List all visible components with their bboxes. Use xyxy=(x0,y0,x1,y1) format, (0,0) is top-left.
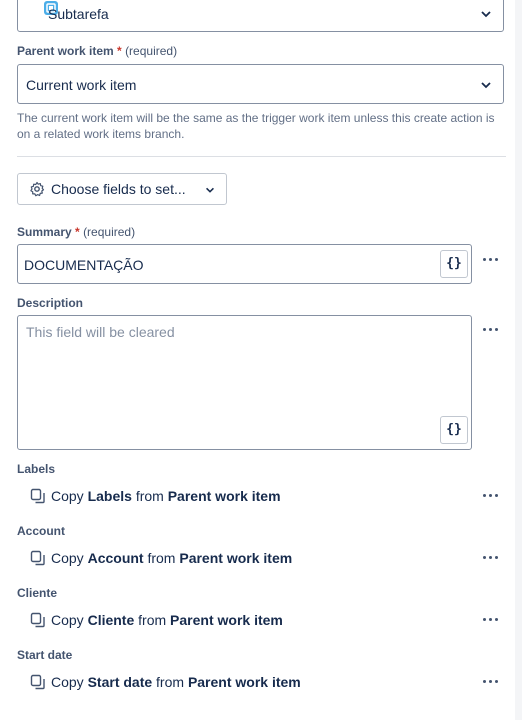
scrollbar-track[interactable] xyxy=(515,0,522,720)
divider xyxy=(17,156,506,157)
description-placeholder: This field will be cleared xyxy=(26,324,175,340)
issue-type-select[interactable]: Subtarefa xyxy=(17,0,504,32)
parent-work-item-select[interactable]: Current work item xyxy=(17,64,504,104)
choose-fields-button[interactable]: Choose fields to set... xyxy=(17,173,227,205)
more-options-icon[interactable] xyxy=(479,612,503,628)
copy-icon xyxy=(30,550,45,566)
more-options-icon[interactable] xyxy=(479,322,503,338)
summary-label: Summary * (required) xyxy=(17,225,136,239)
parent-value: Current work item xyxy=(26,77,137,93)
parent-label: Parent work item * (required) xyxy=(17,44,178,58)
description-label: Description xyxy=(17,296,84,310)
chevron-down-icon xyxy=(481,11,491,18)
more-options-icon[interactable] xyxy=(479,550,503,566)
choose-fields-label: Choose fields to set... xyxy=(51,181,186,197)
copy-icon xyxy=(30,612,45,628)
summary-value: DOCUMENTAÇÃO xyxy=(24,257,144,273)
field-label: Cliente xyxy=(17,586,58,600)
more-options-icon[interactable] xyxy=(479,674,503,690)
copy-icon xyxy=(30,674,45,690)
smart-value-button[interactable]: {} xyxy=(440,416,468,444)
copy-row-text[interactable]: Copy Labels from Parent work item xyxy=(51,488,281,504)
description-textarea[interactable]: This field will be cleared {} xyxy=(17,315,472,450)
field-label: Account xyxy=(17,524,65,538)
copy-icon xyxy=(30,488,45,504)
chevron-down-icon xyxy=(206,187,214,193)
parent-help-text: The current work item will be the same a… xyxy=(17,111,495,141)
copy-row-text[interactable]: Copy Start date from Parent work item xyxy=(51,674,301,690)
issue-type-value: Subtarefa xyxy=(48,6,109,22)
copy-row-text[interactable]: Copy Cliente from Parent work item xyxy=(51,612,283,628)
field-label: Labels xyxy=(17,462,56,476)
chevron-down-icon xyxy=(481,82,491,89)
field-label: Start date xyxy=(17,648,73,662)
smart-value-button[interactable]: {} xyxy=(440,250,468,278)
gear-icon xyxy=(30,181,45,197)
more-options-icon[interactable] xyxy=(479,488,503,504)
more-options-icon[interactable] xyxy=(479,252,503,268)
copy-row-text[interactable]: Copy Account from Parent work item xyxy=(51,550,292,566)
summary-input[interactable]: DOCUMENTAÇÃO {} xyxy=(17,244,472,284)
